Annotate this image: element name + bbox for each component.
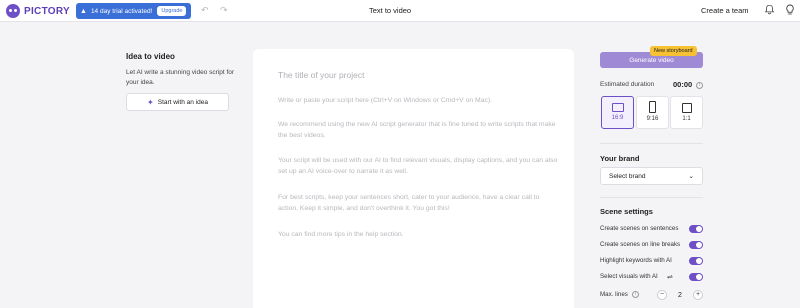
app-logo[interactable]: PICTORY (6, 4, 70, 18)
setting-label: Create scenes on line breaks (600, 241, 681, 248)
setting-label: Highlight keywords with AI (600, 257, 672, 264)
start-with-idea-button[interactable]: ✦ Start with an idea (126, 93, 229, 111)
upgrade-button[interactable]: Upgrade (157, 6, 187, 16)
project-title-placeholder[interactable]: The title of your project (278, 70, 364, 80)
chevron-down-icon: ⌄ (688, 173, 694, 180)
create-team-link[interactable]: Create a team (701, 6, 749, 15)
script-editor[interactable]: The title of your project Write or paste… (253, 49, 574, 308)
trial-banner: ▲ 14 day trial activated! Upgrade (76, 3, 191, 19)
increment-button[interactable]: + (693, 290, 703, 300)
divider (600, 197, 703, 198)
ratio-9-16-button[interactable]: 9:16 (636, 96, 669, 129)
decrement-button[interactable]: − (657, 290, 667, 300)
scene-settings-title: Scene settings (600, 207, 653, 216)
phone-icon (649, 101, 656, 113)
octopus-logo-icon (6, 4, 20, 18)
max-lines-label: Max. lines (600, 291, 628, 298)
square-icon (681, 103, 692, 113)
script-hint-paragraph: For best scripts, keep your sentences sh… (278, 194, 540, 212)
max-lines-value: 2 (678, 291, 682, 299)
brand-select[interactable]: Select brand ⌄ (600, 167, 703, 185)
idea-to-video-description: Let AI write a stunning video script for… (126, 69, 235, 86)
sliders-icon[interactable]: ⇌ (667, 273, 673, 281)
max-lines-stepper: − 2 + (657, 290, 703, 300)
script-hint-paragraph: We recommend using the new AI script gen… (278, 121, 556, 139)
ratio-1-1-button[interactable]: 1:1 (670, 96, 703, 129)
script-hint-paragraph: Your script will be used with our AI to … (278, 157, 558, 175)
sparkle-icon: ✦ (147, 97, 154, 107)
rocket-icon: ▲ (80, 7, 87, 15)
ratio-label: 9:16 (646, 116, 659, 122)
undo-icon[interactable]: ↶ (201, 5, 209, 16)
new-storyboard-badge: New storyboard (650, 46, 697, 56)
setting-label: Select visuals with AI (600, 273, 658, 280)
lightbulb-icon[interactable] (785, 4, 795, 16)
logo-text: PICTORY (24, 5, 70, 17)
monitor-icon (611, 103, 624, 112)
estimated-duration-value: 00:00 (673, 80, 693, 89)
ratio-label: 16:9 (611, 115, 624, 121)
info-icon[interactable]: i (632, 291, 639, 298)
ratio-label: 1:1 (682, 116, 691, 122)
info-icon[interactable]: i (696, 82, 703, 89)
top-bar: PICTORY ▲ 14 day trial activated! Upgrad… (0, 0, 800, 22)
estimated-duration-label: Estimated duration (600, 81, 655, 88)
page-title: Text to video (369, 6, 412, 15)
setting-label: Create scenes on sentences (600, 225, 679, 232)
brand-section-title: Your brand (600, 154, 640, 163)
toggle-scenes-on-sentences[interactable] (689, 225, 703, 233)
toggle-highlight-keywords[interactable] (689, 257, 703, 265)
divider (600, 143, 703, 144)
idea-to-video-title: Idea to video (126, 52, 175, 61)
ratio-16-9-button[interactable]: 16:9 (601, 96, 634, 129)
script-hint-paragraph: Write or paste your script here (Ctrl+V … (278, 97, 493, 104)
start-with-idea-label: Start with an idea (157, 98, 208, 106)
toggle-scenes-on-line-breaks[interactable] (689, 241, 703, 249)
trial-text: 14 day trial activated! (90, 7, 153, 15)
bell-icon[interactable] (764, 4, 775, 15)
toggle-select-visuals[interactable] (689, 273, 703, 281)
script-hint-paragraph: You can find more tips in the help secti… (278, 231, 404, 238)
redo-icon[interactable]: ↷ (220, 5, 228, 16)
brand-select-value: Select brand (609, 172, 646, 180)
